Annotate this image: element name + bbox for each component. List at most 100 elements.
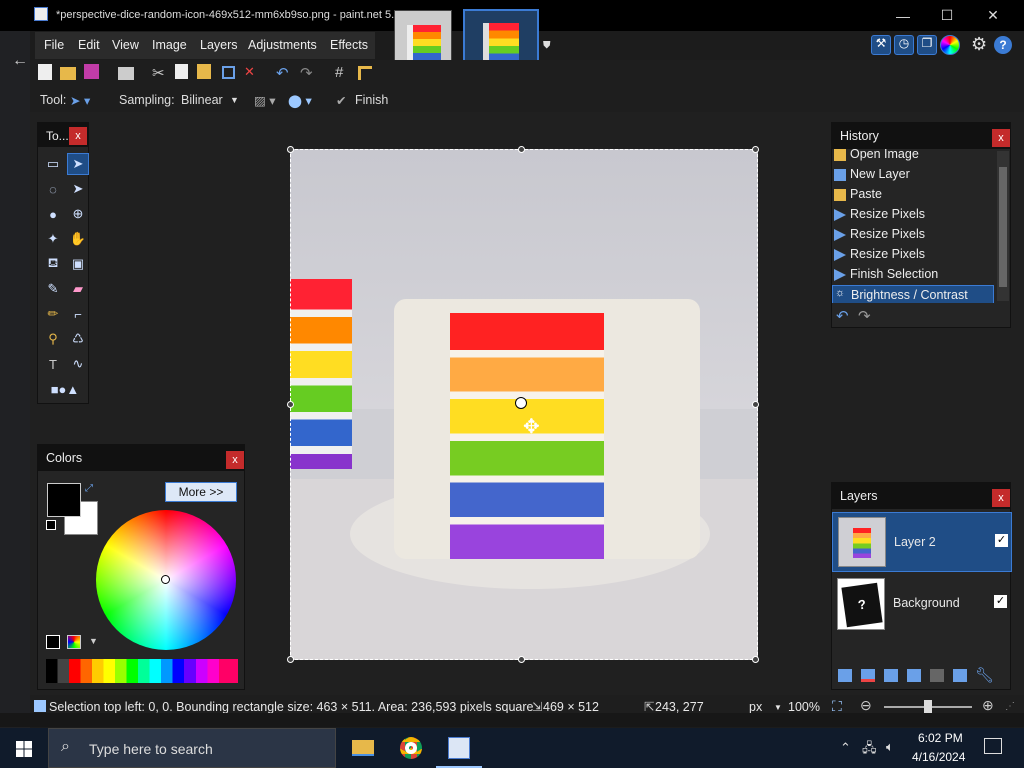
line-curve-icon[interactable]: ∿ (67, 353, 89, 375)
grid-icon[interactable]: # (335, 64, 353, 82)
zoom-out-icon[interactable]: ⊖ (860, 697, 872, 714)
zoom-value[interactable]: 100% (788, 700, 820, 714)
rotation-center-icon[interactable] (515, 397, 527, 409)
clock-time[interactable]: 6:02 PM (918, 731, 963, 745)
layer-properties-wrench-icon[interactable]: 🔧︎ (975, 666, 994, 684)
move-layer-up-icon[interactable] (930, 669, 944, 682)
layers-window-icon[interactable]: ❐ (917, 35, 937, 55)
zoom-slider[interactable] (884, 700, 972, 714)
zoom-icon[interactable]: ⊕ (67, 203, 89, 225)
notifications-icon[interactable] (984, 738, 1002, 754)
tools-window-icon[interactable]: ⚒ (871, 35, 891, 55)
shapes-icon[interactable]: ■●▲ (42, 378, 88, 400)
layers-panel-close-button[interactable]: x (992, 489, 1010, 507)
selection-handle-bottom-left[interactable] (287, 656, 294, 663)
layer-visibility-checkbox[interactable]: ✓ (994, 595, 1007, 608)
history-item[interactable]: Resize Pixels (832, 205, 994, 225)
layer-visibility-checkbox[interactable]: ✓ (995, 534, 1008, 547)
merge-layer-down-icon[interactable] (907, 669, 921, 682)
history-window-icon[interactable]: ◷ (894, 35, 914, 55)
network-icon[interactable]: 🖧︎ (862, 739, 877, 761)
finish-button[interactable]: Finish (355, 93, 388, 107)
pan-hand-icon[interactable]: ✋ (67, 228, 89, 250)
tools-panel-close-button[interactable]: x (69, 127, 87, 145)
move-selection-tool-icon[interactable]: ➤ ▾ (70, 93, 90, 108)
history-item[interactable]: Paste (832, 185, 994, 205)
rectangle-select-icon[interactable]: ▭ (42, 153, 64, 175)
menu-edit[interactable]: Edit (78, 38, 100, 52)
history-panel-close-button[interactable]: x (992, 129, 1010, 147)
reset-colors-icon[interactable] (46, 520, 56, 530)
minimize-button[interactable]: — (880, 0, 926, 31)
gradient-icon[interactable]: ▣ (67, 253, 89, 275)
zoom-in-icon[interactable]: ⊕ (982, 697, 994, 714)
colors-window-icon[interactable] (940, 35, 960, 55)
maximize-button[interactable]: ☐ (924, 0, 970, 31)
undo-icon[interactable]: ↶ (276, 64, 294, 82)
history-item[interactable]: Resize Pixels (832, 225, 994, 245)
menu-image[interactable]: Image (152, 38, 187, 52)
save-icon[interactable] (84, 64, 99, 79)
layer-row[interactable]: ? Background ✓ (832, 574, 1012, 634)
volume-muted-icon[interactable]: 🔈︎ (886, 739, 894, 755)
history-redo-icon[interactable]: ↷ (858, 307, 871, 325)
paintbrush-icon[interactable]: ✎ (42, 278, 64, 300)
menu-view[interactable]: View (112, 38, 139, 52)
layer-row-selected[interactable]: Layer 2 ✓ (832, 512, 1012, 572)
selection-handle-top-right[interactable] (752, 146, 759, 153)
file-explorer-icon[interactable] (352, 740, 374, 756)
menu-effects[interactable]: Effects (330, 38, 368, 52)
color-wheel-selector[interactable] (161, 575, 170, 584)
color-picker-icon[interactable]: ⌐ (67, 303, 89, 325)
selection-handle-top-left[interactable] (287, 146, 294, 153)
chevron-down-icon[interactable]: ▼ (89, 636, 98, 646)
duplicate-layer-icon[interactable] (884, 669, 898, 682)
sampling-dropdown[interactable]: Bilinear (181, 93, 223, 107)
lasso-select-icon[interactable]: ◌ (42, 178, 64, 200)
selection-handle-bottom-right[interactable] (752, 656, 759, 663)
chrome-icon[interactable] (400, 737, 422, 759)
new-file-icon[interactable] (38, 64, 52, 80)
ruler-icon[interactable] (358, 66, 372, 80)
menu-file[interactable]: File (44, 38, 64, 52)
delete-layer-icon[interactable] (861, 669, 875, 682)
clock-date[interactable]: 4/16/2024 (912, 750, 965, 764)
text-icon[interactable]: T (42, 353, 64, 375)
paste-icon[interactable] (197, 64, 211, 79)
paintnet-taskbar-icon[interactable] (448, 737, 470, 759)
palette-menu-icon[interactable] (67, 635, 81, 649)
move-layer-down-icon[interactable] (953, 669, 967, 682)
selection-handle-bottom[interactable] (518, 656, 525, 663)
paint-bucket-icon[interactable]: ⛾ (42, 253, 64, 275)
color-palette[interactable] (46, 659, 238, 683)
chevron-down-icon[interactable]: ▼ (230, 95, 239, 105)
colors-panel-close-button[interactable]: x (226, 451, 244, 469)
move-selection-icon[interactable]: ➤ (67, 178, 89, 200)
blend-mode-icon[interactable]: ⬤ ▾ (288, 93, 312, 108)
chevron-down-icon[interactable]: ▼ (774, 703, 782, 712)
history-item[interactable]: Finish Selection (832, 265, 994, 285)
cut-icon[interactable]: ✂ (152, 64, 170, 82)
deselect-icon[interactable]: ✕ (244, 64, 262, 82)
horizontal-scrollbar[interactable] (0, 713, 1024, 727)
pencil-icon[interactable]: ✏ (42, 303, 64, 325)
eraser-icon[interactable]: ▰ (67, 278, 89, 300)
selection-handle-right[interactable] (752, 401, 759, 408)
units-dropdown[interactable]: px (749, 700, 762, 714)
primary-color-swatch[interactable] (47, 483, 81, 517)
clone-stamp-icon[interactable]: ⚲ (42, 328, 64, 350)
add-layer-icon[interactable] (838, 669, 852, 682)
more-colors-button[interactable]: More >> (165, 482, 237, 502)
history-item[interactable]: Resize Pixels (832, 245, 994, 265)
back-arrow-icon[interactable]: ← (12, 52, 28, 70)
resize-grip-icon[interactable]: ⋰ (1005, 701, 1015, 712)
redo-icon[interactable]: ↷ (300, 64, 318, 82)
menu-adjustments[interactable]: Adjustments (248, 38, 317, 52)
print-icon[interactable] (118, 67, 134, 80)
history-item-selected[interactable]: ☼ Brightness / Contrast (832, 285, 994, 303)
menu-layers[interactable]: Layers (200, 38, 238, 52)
history-item[interactable]: Open Image (832, 149, 994, 165)
magic-wand-icon[interactable]: ✦ (42, 228, 64, 250)
move-selected-pixels-icon[interactable]: ➤ (67, 153, 89, 175)
antialiasing-icon[interactable]: ▨ ▾ (254, 93, 276, 108)
